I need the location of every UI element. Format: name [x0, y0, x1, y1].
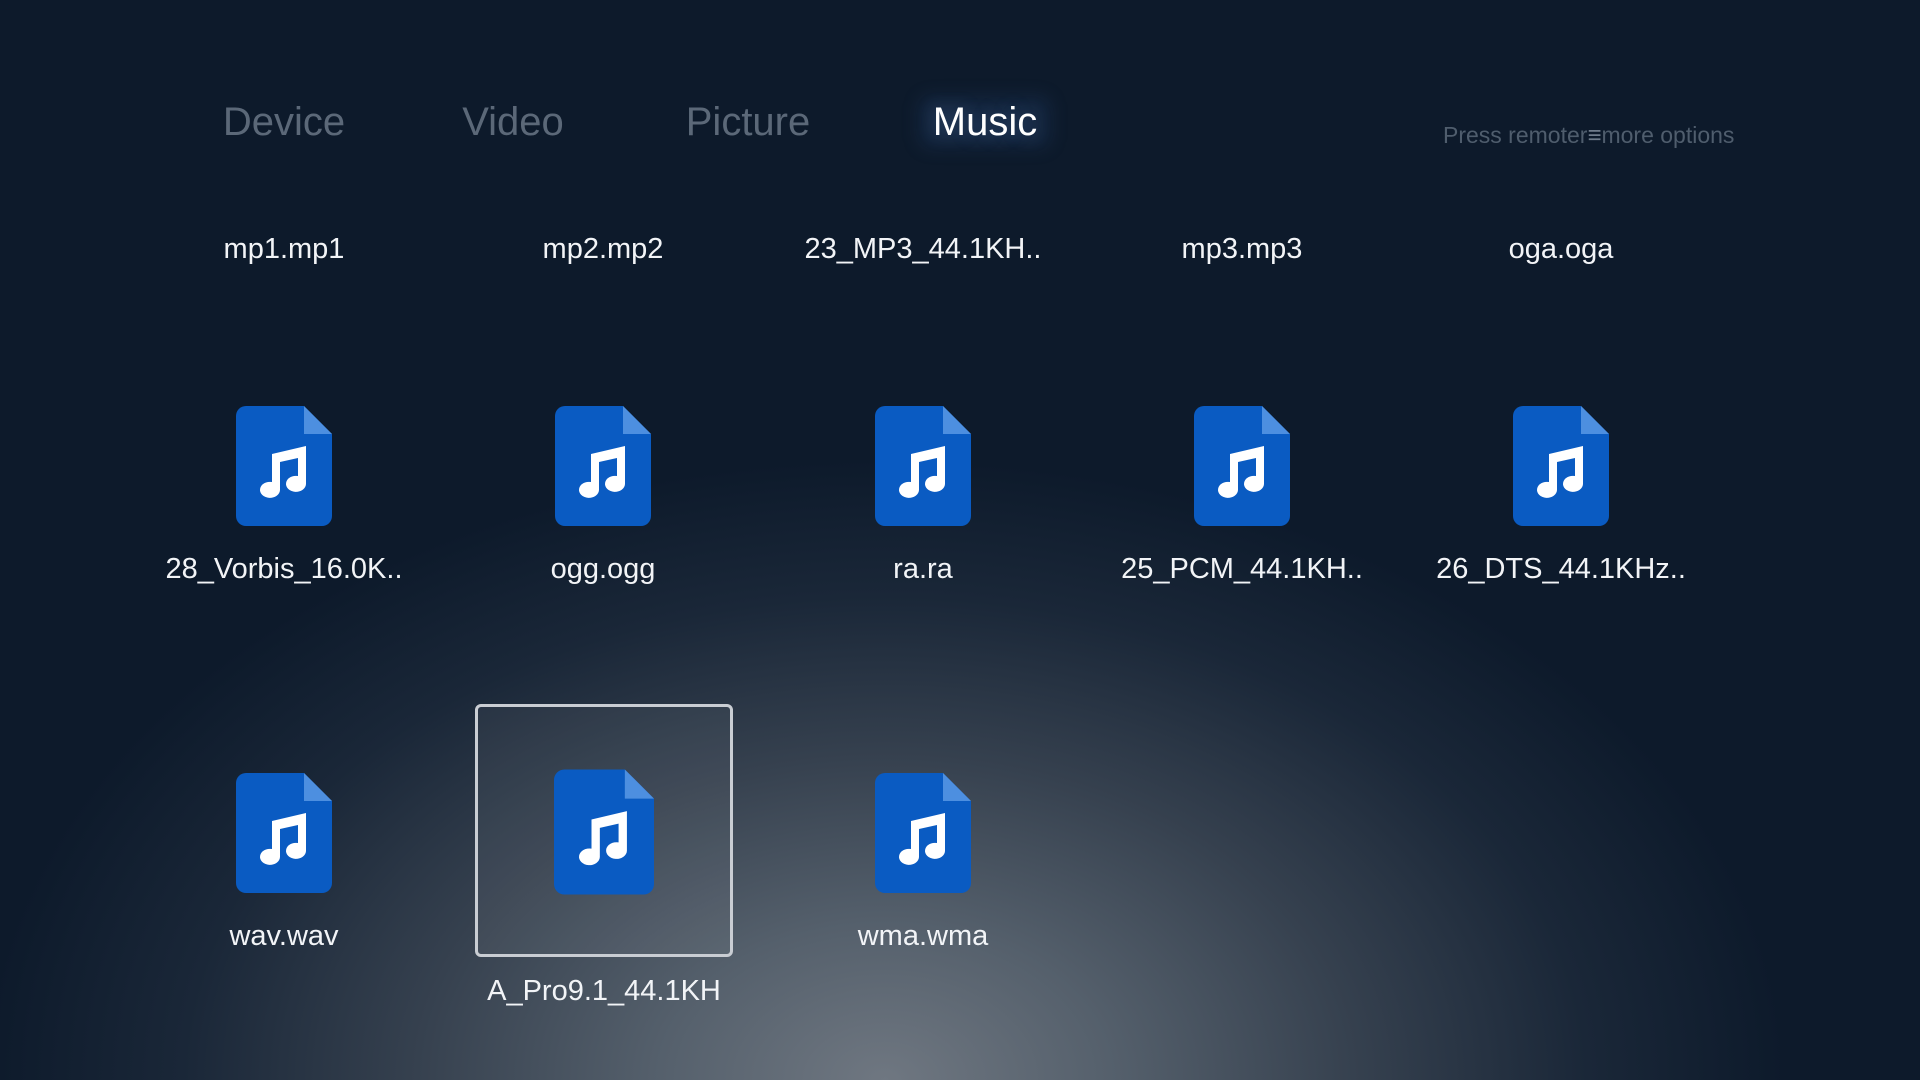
file-label: wma.wma	[857, 920, 989, 952]
music-file-icon	[1513, 406, 1609, 526]
music-file-icon	[236, 406, 332, 526]
file-label: ra.ra	[893, 553, 953, 585]
file-label: wav.wav	[229, 920, 339, 952]
file-label: 25_PCM_44.1KH..	[1121, 553, 1363, 585]
music-file-icon	[875, 406, 971, 526]
music-file-icon	[1194, 406, 1290, 526]
file-label: 26_DTS_44.1KHz..	[1436, 553, 1686, 585]
file-label[interactable]: mp3.mp3	[1114, 233, 1370, 266]
file-label[interactable]: mp1.mp1	[156, 233, 412, 266]
file-tile[interactable]: ra.ra	[795, 357, 1051, 607]
file-label: ogg.ogg	[550, 553, 656, 585]
file-tile[interactable]: wma.wma	[795, 724, 1051, 974]
music-file-grid: mp1.mp1 mp2.mp2 23_MP3_44.1KH.. mp3.mp3 …	[0, 0, 1920, 1080]
file-label[interactable]: oga.oga	[1433, 233, 1689, 266]
file-tile[interactable]: 28_Vorbis_16.0K..	[156, 357, 412, 607]
file-label: 28_Vorbis_16.0K..	[165, 553, 403, 585]
file-tile[interactable]: wav.wav	[156, 724, 412, 974]
file-tile[interactable]: 25_PCM_44.1KH..	[1114, 357, 1370, 607]
music-file-icon	[236, 773, 332, 893]
file-label-marquee: A_Pro9.1_44.1KH	[487, 975, 721, 1007]
music-file-icon	[875, 773, 971, 893]
file-label[interactable]: mp2.mp2	[475, 233, 731, 266]
music-file-icon	[555, 406, 651, 526]
file-tile[interactable]: 26_DTS_44.1KHz..	[1433, 357, 1689, 607]
file-tile-focused[interactable]	[475, 704, 733, 957]
music-file-icon	[554, 769, 654, 895]
file-label[interactable]: 23_MP3_44.1KH..	[795, 233, 1051, 266]
file-tile[interactable]: ogg.ogg	[475, 357, 731, 607]
